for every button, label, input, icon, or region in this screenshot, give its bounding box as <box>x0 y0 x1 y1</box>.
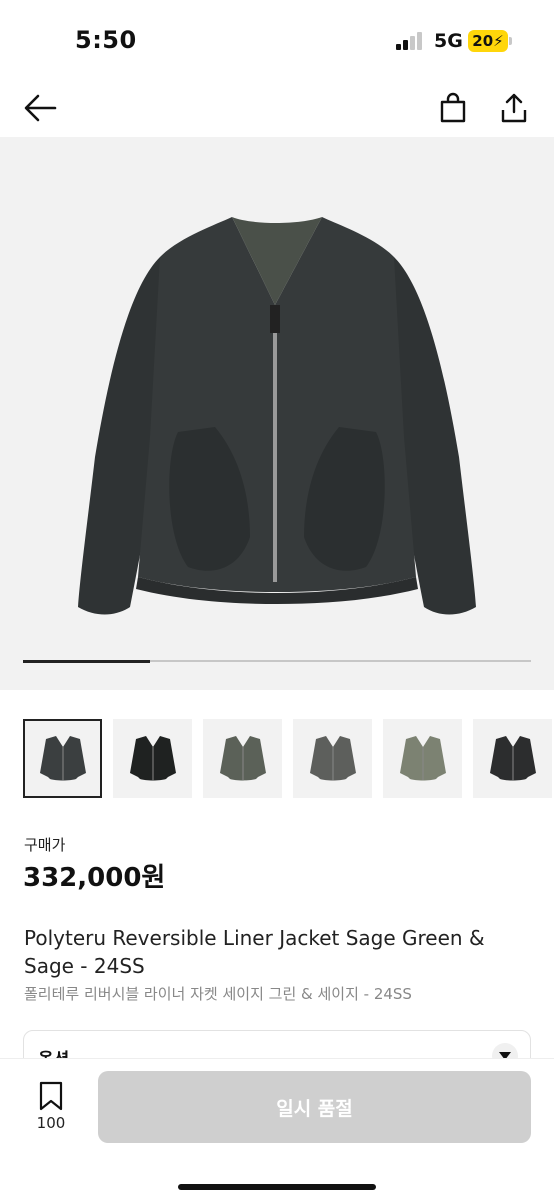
share-button[interactable] <box>496 90 532 126</box>
product-title-korean: 폴리테루 리버시블 라이너 자켓 세이지 그린 & 세이지 - 24SS <box>24 985 412 1003</box>
home-indicator <box>178 1184 376 1190</box>
jacket-thumbnail-image <box>309 735 356 780</box>
carousel-progress-track <box>23 659 531 663</box>
thumbnail-strip <box>23 719 554 799</box>
back-button[interactable] <box>22 90 58 126</box>
sold-out-button[interactable]: 일시 품절 <box>98 1071 531 1143</box>
jacket-image <box>78 217 476 615</box>
status-time: 5:50 <box>75 26 137 54</box>
share-icon <box>501 93 527 123</box>
price-label: 구매가 <box>24 836 66 854</box>
product-image-carousel[interactable] <box>0 137 554 690</box>
bookmark-count: 100 <box>36 1114 66 1132</box>
price: 332,000원 <box>23 863 166 893</box>
shopping-bag-button[interactable] <box>435 90 471 126</box>
jacket-thumbnail-image <box>129 735 176 780</box>
product-title: Polyteru Reversible Liner Jacket Sage Gr… <box>24 926 485 978</box>
jacket-thumbnail-image <box>39 735 86 780</box>
status-bar: 5:50 5G 20 ⚡ <box>0 0 554 80</box>
bookmark-button[interactable]: 100 <box>30 1081 72 1137</box>
battery-icon: 20 ⚡ <box>468 30 508 52</box>
battery-tip <box>509 37 512 45</box>
thumbnail[interactable] <box>383 719 462 798</box>
thumbnail[interactable] <box>473 719 552 798</box>
bottom-action-bar: 100 일시 품절 <box>0 1058 554 1200</box>
charging-bolt: ⚡ <box>493 32 504 50</box>
shopping-bag-icon <box>440 92 466 123</box>
thumbnail[interactable] <box>293 719 372 798</box>
top-nav <box>0 80 554 136</box>
jacket-thumbnail-image <box>399 735 446 780</box>
thumbnail[interactable] <box>203 719 282 798</box>
jacket-thumbnail-image <box>219 735 266 780</box>
battery-level: 20 <box>472 32 494 50</box>
arrow-left-icon <box>24 94 57 122</box>
network-label: 5G <box>434 30 463 52</box>
thumbnail[interactable] <box>23 719 102 798</box>
jacket-thumbnail-image <box>489 735 536 780</box>
signal-icon <box>396 32 422 50</box>
carousel-progress-fill <box>23 659 150 663</box>
thumbnail[interactable] <box>113 719 192 798</box>
bookmark-icon <box>39 1081 63 1111</box>
